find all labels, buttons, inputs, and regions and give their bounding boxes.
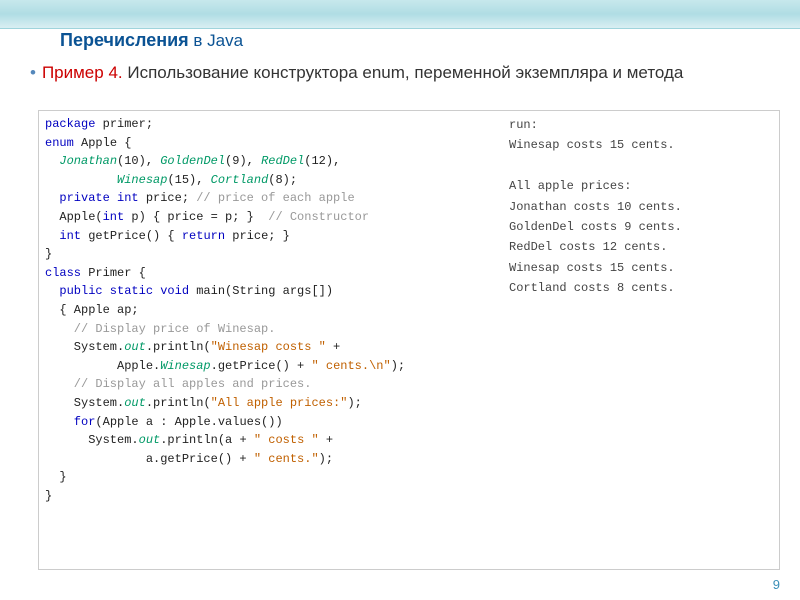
code-token: (8); — [268, 173, 297, 187]
code-token: return — [182, 229, 225, 243]
code-token: Apple( — [45, 210, 103, 224]
code-token: ); — [347, 396, 361, 410]
code-token: " cents.\n" — [311, 359, 390, 373]
code-token: Winesap — [160, 359, 210, 373]
slide-title: Перечисления в Java — [60, 30, 243, 51]
code-token: p) { price = p; } — [124, 210, 268, 224]
output-block: run: Winesap costs 15 cents. All apple p… — [509, 115, 771, 299]
code-token: private int — [45, 191, 139, 205]
slide-number: 9 — [773, 577, 780, 592]
code-token: public static void — [45, 284, 189, 298]
title-main: Перечисления — [60, 30, 189, 50]
header-decoration — [0, 0, 800, 29]
code-token: enum — [45, 136, 74, 150]
code-token: .println(a + — [160, 433, 254, 447]
code-token: Primer { — [81, 266, 146, 280]
title-java: Java — [207, 31, 243, 50]
code-token: int — [103, 210, 125, 224]
output-line: GoldenDel costs 9 cents. — [509, 220, 682, 234]
code-token: " costs " — [254, 433, 319, 447]
code-token: System. — [45, 396, 124, 410]
code-token: System. — [45, 340, 124, 354]
code-token: System. — [45, 433, 139, 447]
title-in: в — [189, 31, 207, 50]
output-line: Cortland costs 8 cents. — [509, 281, 675, 295]
code-token: a.getPrice() + — [45, 452, 254, 466]
code-token: Apple. — [45, 359, 160, 373]
code-token: Cortland — [211, 173, 269, 187]
code-token: RedDel — [261, 154, 304, 168]
code-token: (10), — [117, 154, 160, 168]
code-token: price; } — [225, 229, 290, 243]
code-token: getPrice() { — [81, 229, 182, 243]
code-token: } — [45, 470, 67, 484]
code-token: + — [326, 340, 340, 354]
code-token: price; — [139, 191, 197, 205]
code-token: } — [45, 489, 52, 503]
code-token: // Display price of Winesap. — [45, 322, 275, 336]
code-token: int — [45, 229, 81, 243]
code-token: .getPrice() + — [211, 359, 312, 373]
output-line: Winesap costs 15 cents. — [509, 261, 675, 275]
code-token: class — [45, 266, 81, 280]
code-token: .println( — [146, 396, 211, 410]
code-token: "All apple prices:" — [211, 396, 348, 410]
code-token: // Constructor — [268, 210, 369, 224]
code-token: GoldenDel — [160, 154, 225, 168]
code-block: package primer; enum Apple { Jonathan(10… — [45, 115, 465, 505]
code-token: out — [139, 433, 161, 447]
code-token: + — [319, 433, 333, 447]
bullet-dot: • — [30, 63, 36, 82]
code-token: out — [124, 340, 146, 354]
code-token — [45, 154, 59, 168]
code-token: ); — [391, 359, 405, 373]
code-token: out — [124, 396, 146, 410]
code-token: main(String args[]) — [189, 284, 333, 298]
code-token: // Display all apples and prices. — [45, 377, 311, 391]
output-line: RedDel costs 12 cents. — [509, 240, 667, 254]
code-token: (15), — [167, 173, 210, 187]
code-token: // price of each apple — [196, 191, 354, 205]
code-token: for — [45, 415, 95, 429]
code-token: (9), — [225, 154, 261, 168]
output-line: Winesap costs 15 cents. — [509, 138, 675, 152]
code-token: ); — [319, 452, 333, 466]
code-token: .println( — [146, 340, 211, 354]
output-line: All apple prices: — [509, 179, 631, 193]
output-line: Jonathan costs 10 cents. — [509, 200, 682, 214]
example-desc: Использование конструктора enum, перемен… — [123, 63, 684, 82]
code-token: (12), — [304, 154, 340, 168]
code-token: (Apple a : Apple.values()) — [95, 415, 282, 429]
code-token: { Apple ap; — [45, 303, 139, 317]
code-token: " cents." — [254, 452, 319, 466]
code-token: Jonathan — [59, 154, 117, 168]
example-label: Пример 4. — [42, 63, 123, 82]
code-token — [45, 173, 117, 187]
code-token: package — [45, 117, 95, 131]
code-token: Apple { — [74, 136, 132, 150]
code-token: "Winesap costs " — [211, 340, 326, 354]
subtitle-bullet: • Пример 4. Использование конструктора en… — [30, 62, 770, 84]
code-token: } — [45, 247, 52, 261]
output-line: run: — [509, 118, 538, 132]
code-token: Winesap — [117, 173, 167, 187]
code-token: primer; — [95, 117, 153, 131]
content-frame: package primer; enum Apple { Jonathan(10… — [38, 110, 780, 570]
